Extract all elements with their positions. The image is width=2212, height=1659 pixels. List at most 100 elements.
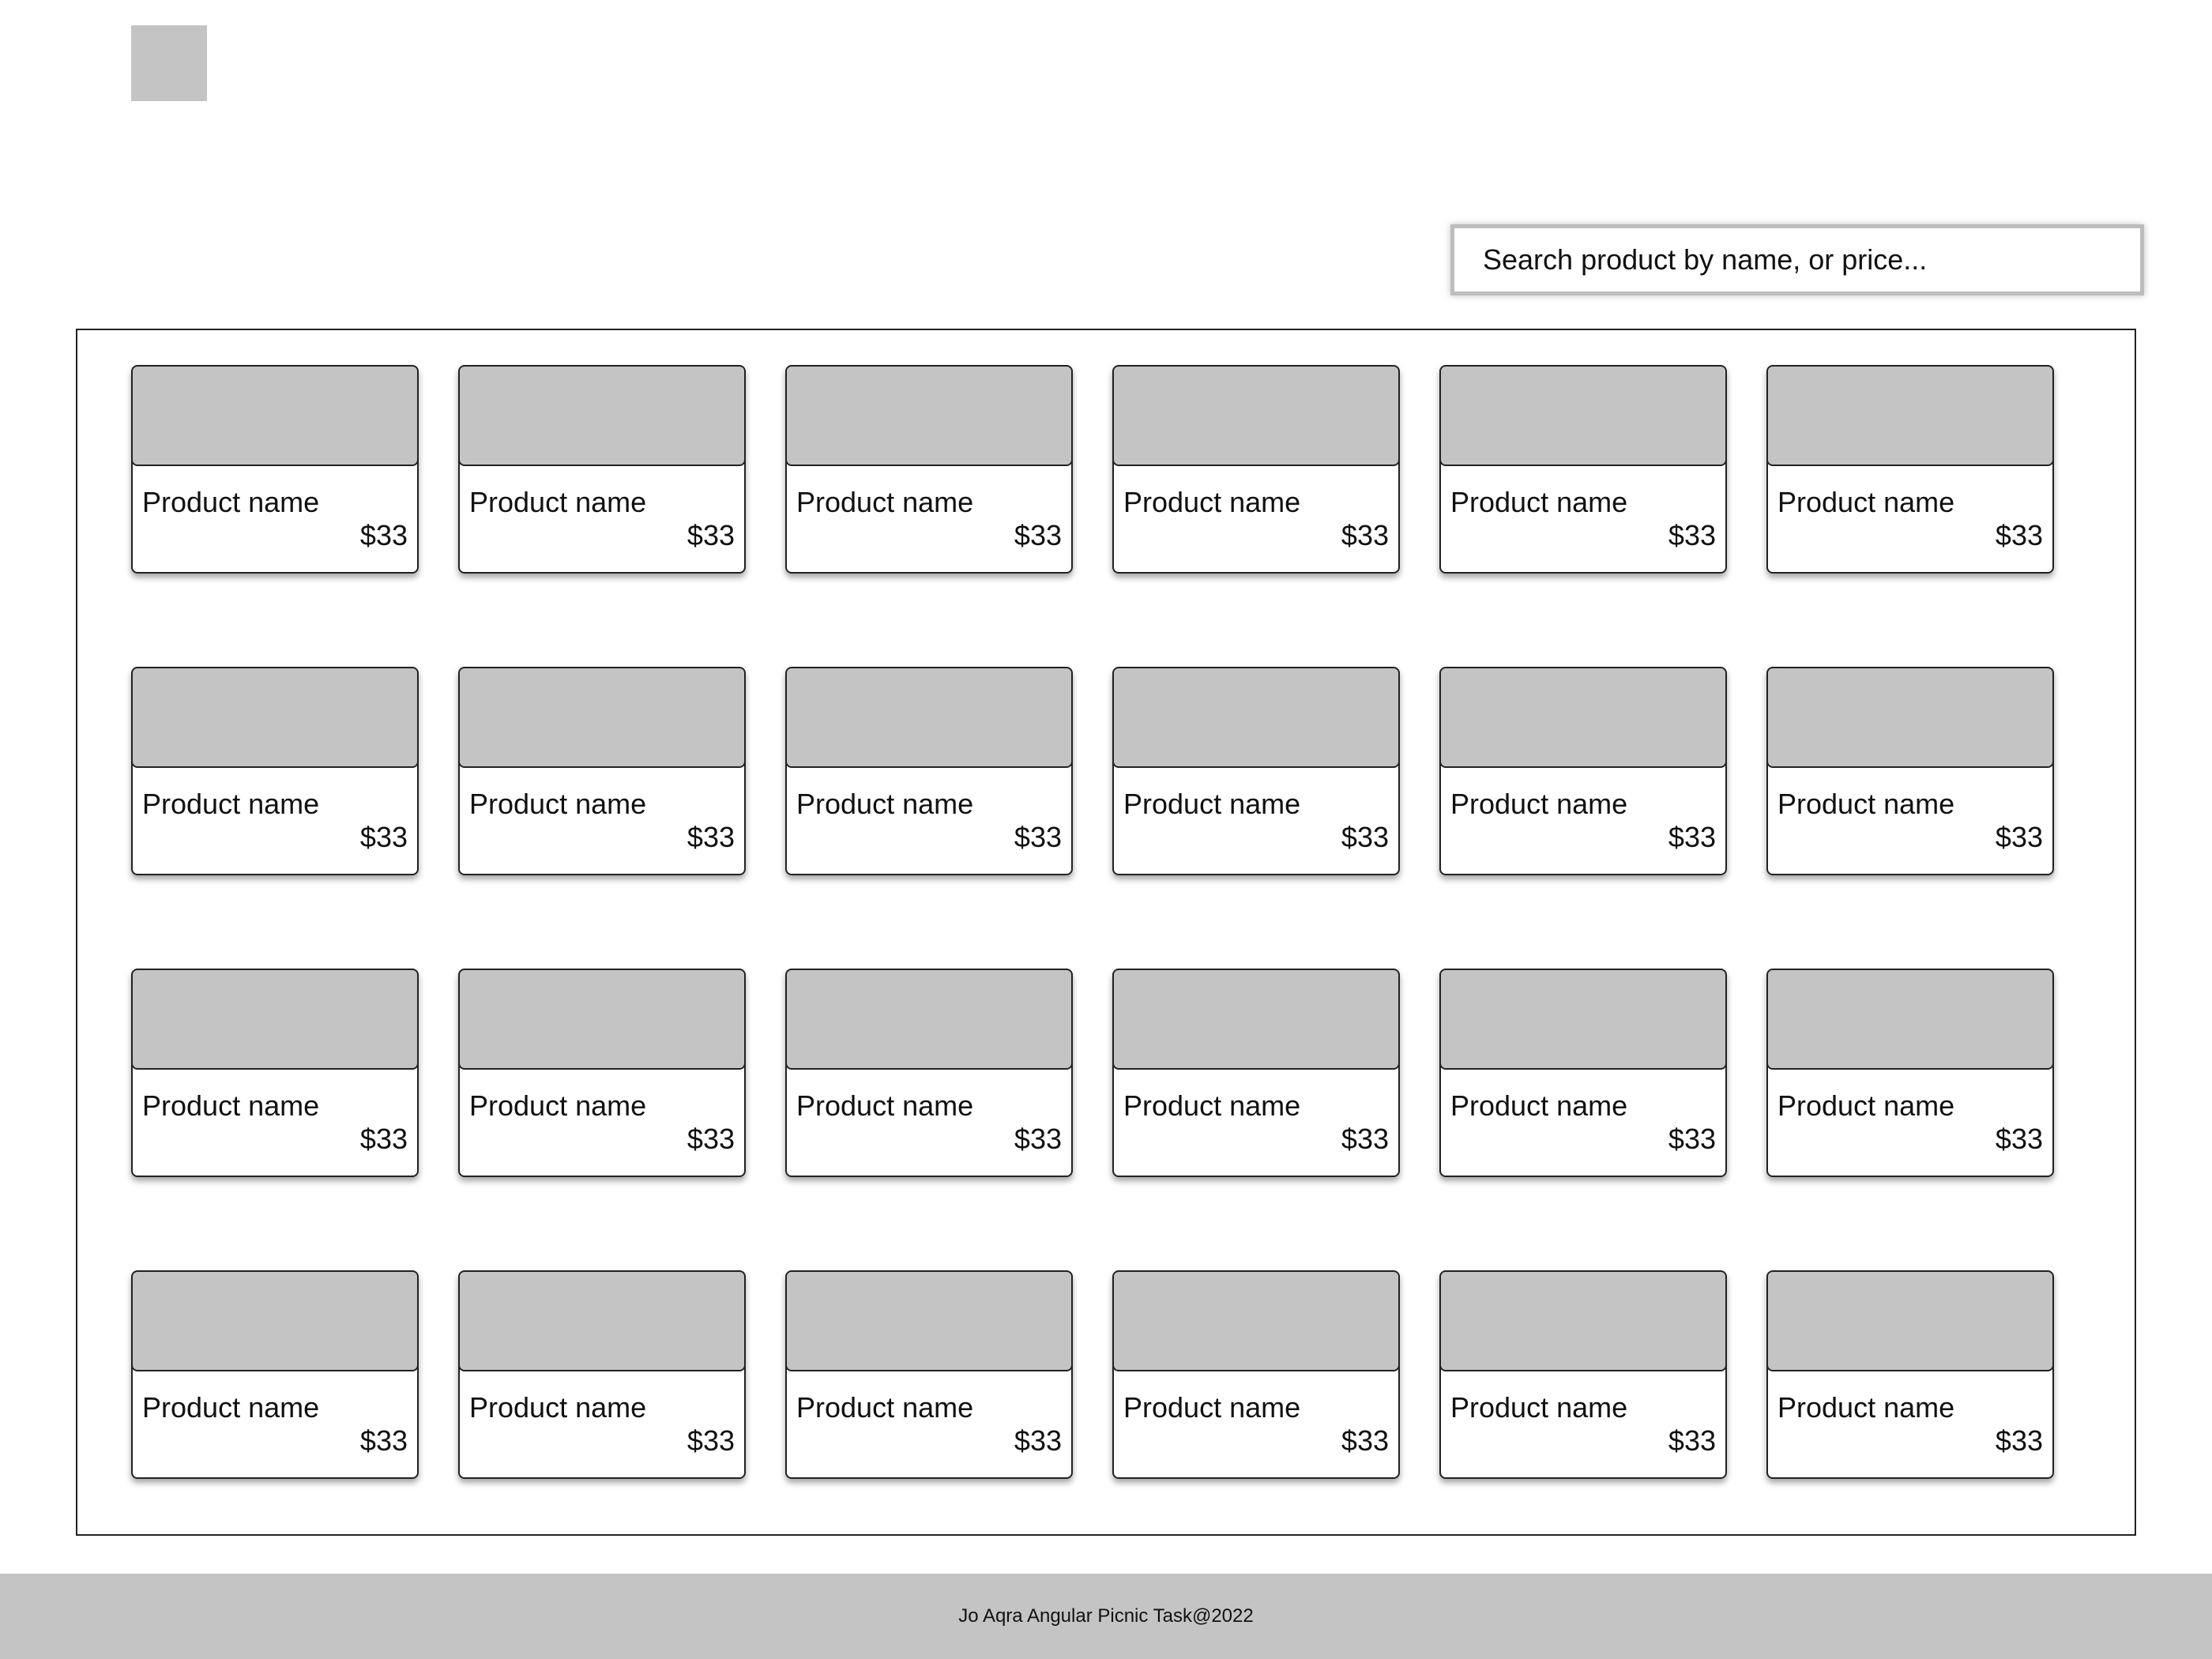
- product-name: Product name: [796, 1089, 974, 1122]
- product-card[interactable]: Product name $33: [1439, 667, 1727, 875]
- product-price: $33: [1995, 1424, 2043, 1457]
- product-price: $33: [687, 1123, 735, 1155]
- product-price: $33: [359, 1424, 408, 1457]
- product-name: Product name: [1123, 788, 1301, 820]
- product-card[interactable]: Product name $33: [458, 1270, 746, 1479]
- product-card[interactable]: Product name $33: [458, 365, 746, 574]
- product-name: Product name: [1778, 1391, 1955, 1424]
- product-name: Product name: [796, 486, 974, 518]
- product-image-placeholder: [133, 1272, 417, 1371]
- product-price: $33: [1995, 519, 2043, 551]
- product-card[interactable]: Product name $33: [1112, 667, 1400, 875]
- product-image-placeholder: [133, 367, 417, 466]
- product-price: $33: [1014, 821, 1062, 853]
- product-name: Product name: [1778, 788, 1955, 820]
- product-card[interactable]: Product name $33: [785, 667, 1073, 875]
- product-image-placeholder: [460, 1272, 744, 1371]
- product-price: $33: [1014, 1123, 1062, 1155]
- product-price: $33: [687, 519, 735, 551]
- product-card[interactable]: Product name $33: [1112, 1270, 1400, 1479]
- product-card[interactable]: Product name $33: [785, 1270, 1073, 1479]
- product-image-placeholder: [787, 668, 1071, 768]
- product-image-placeholder: [787, 367, 1071, 466]
- product-grid: Product name $33 Product name $33 Product na…: [131, 365, 2054, 1479]
- footer: Jo Aqra Angular Picnic Task@2022: [0, 1574, 2212, 1659]
- product-card[interactable]: Product name $33: [1766, 365, 2054, 574]
- product-image-placeholder: [1441, 1272, 1725, 1371]
- search-input[interactable]: [1454, 228, 2140, 292]
- product-name: Product name: [1450, 486, 1628, 518]
- product-card[interactable]: Product name $33: [1766, 1270, 2054, 1479]
- product-price: $33: [1341, 1424, 1389, 1457]
- product-card[interactable]: Product name $33: [1112, 365, 1400, 574]
- product-price: $33: [1341, 519, 1389, 551]
- product-name: Product name: [469, 1089, 647, 1122]
- product-name: Product name: [142, 486, 320, 518]
- product-image-placeholder: [1114, 367, 1398, 466]
- logo-placeholder[interactable]: [131, 25, 207, 101]
- product-image-placeholder: [1114, 1272, 1398, 1371]
- product-image-placeholder: [460, 668, 744, 768]
- product-image-placeholder: [1114, 668, 1398, 768]
- product-price: $33: [687, 1424, 735, 1457]
- product-price: $33: [1668, 1424, 1716, 1457]
- product-name: Product name: [1450, 1391, 1628, 1424]
- product-name: Product name: [1123, 1089, 1301, 1122]
- product-price: $33: [1341, 1123, 1389, 1155]
- product-price: $33: [1341, 821, 1389, 853]
- product-name: Product name: [1778, 486, 1955, 518]
- product-image-placeholder: [1768, 1272, 2052, 1371]
- product-price: $33: [1995, 821, 2043, 853]
- product-name: Product name: [796, 1391, 974, 1424]
- product-card[interactable]: Product name $33: [1439, 969, 1727, 1177]
- product-card[interactable]: Product name $33: [1766, 667, 2054, 875]
- product-image-placeholder: [460, 970, 744, 1070]
- search-box[interactable]: [1450, 224, 2144, 295]
- product-card[interactable]: Product name $33: [458, 969, 746, 1177]
- product-price: $33: [359, 519, 408, 551]
- product-image-placeholder: [1768, 367, 2052, 466]
- product-image-placeholder: [133, 668, 417, 768]
- product-name: Product name: [142, 1089, 320, 1122]
- product-image-placeholder: [460, 367, 744, 466]
- product-image-placeholder: [787, 970, 1071, 1070]
- product-image-placeholder: [1441, 367, 1725, 466]
- product-image-placeholder: [1114, 970, 1398, 1070]
- product-image-placeholder: [133, 970, 417, 1070]
- product-name: Product name: [469, 788, 647, 820]
- product-image-placeholder: [787, 1272, 1071, 1371]
- footer-text: Jo Aqra Angular Picnic Task@2022: [958, 1605, 1254, 1627]
- product-list-container: Product name $33 Product name $33 Product na…: [76, 329, 2136, 1536]
- product-price: $33: [687, 821, 735, 853]
- product-card[interactable]: Product name $33: [131, 667, 419, 875]
- product-card[interactable]: Product name $33: [785, 365, 1073, 574]
- product-price: $33: [359, 821, 408, 853]
- product-name: Product name: [796, 788, 974, 820]
- product-name: Product name: [142, 1391, 320, 1424]
- product-card[interactable]: Product name $33: [1439, 1270, 1727, 1479]
- product-card[interactable]: Product name $33: [131, 1270, 419, 1479]
- product-price: $33: [1014, 519, 1062, 551]
- product-card[interactable]: Product name $33: [131, 365, 419, 574]
- product-card[interactable]: Product name $33: [1112, 969, 1400, 1177]
- product-card[interactable]: Product name $33: [458, 667, 746, 875]
- product-name: Product name: [1778, 1089, 1955, 1122]
- product-card[interactable]: Product name $33: [1766, 969, 2054, 1177]
- product-price: $33: [359, 1123, 408, 1155]
- product-price: $33: [1668, 821, 1716, 853]
- product-card[interactable]: Product name $33: [1439, 365, 1727, 574]
- product-name: Product name: [469, 1391, 647, 1424]
- product-name: Product name: [1123, 1391, 1301, 1424]
- product-card[interactable]: Product name $33: [785, 969, 1073, 1177]
- product-name: Product name: [469, 486, 647, 518]
- product-name: Product name: [1450, 788, 1628, 820]
- product-image-placeholder: [1768, 668, 2052, 768]
- product-image-placeholder: [1768, 970, 2052, 1070]
- product-price: $33: [1668, 519, 1716, 551]
- product-image-placeholder: [1441, 668, 1725, 768]
- product-name: Product name: [142, 788, 320, 820]
- product-name: Product name: [1123, 486, 1301, 518]
- product-price: $33: [1668, 1123, 1716, 1155]
- product-card[interactable]: Product name $33: [131, 969, 419, 1177]
- product-price: $33: [1995, 1123, 2043, 1155]
